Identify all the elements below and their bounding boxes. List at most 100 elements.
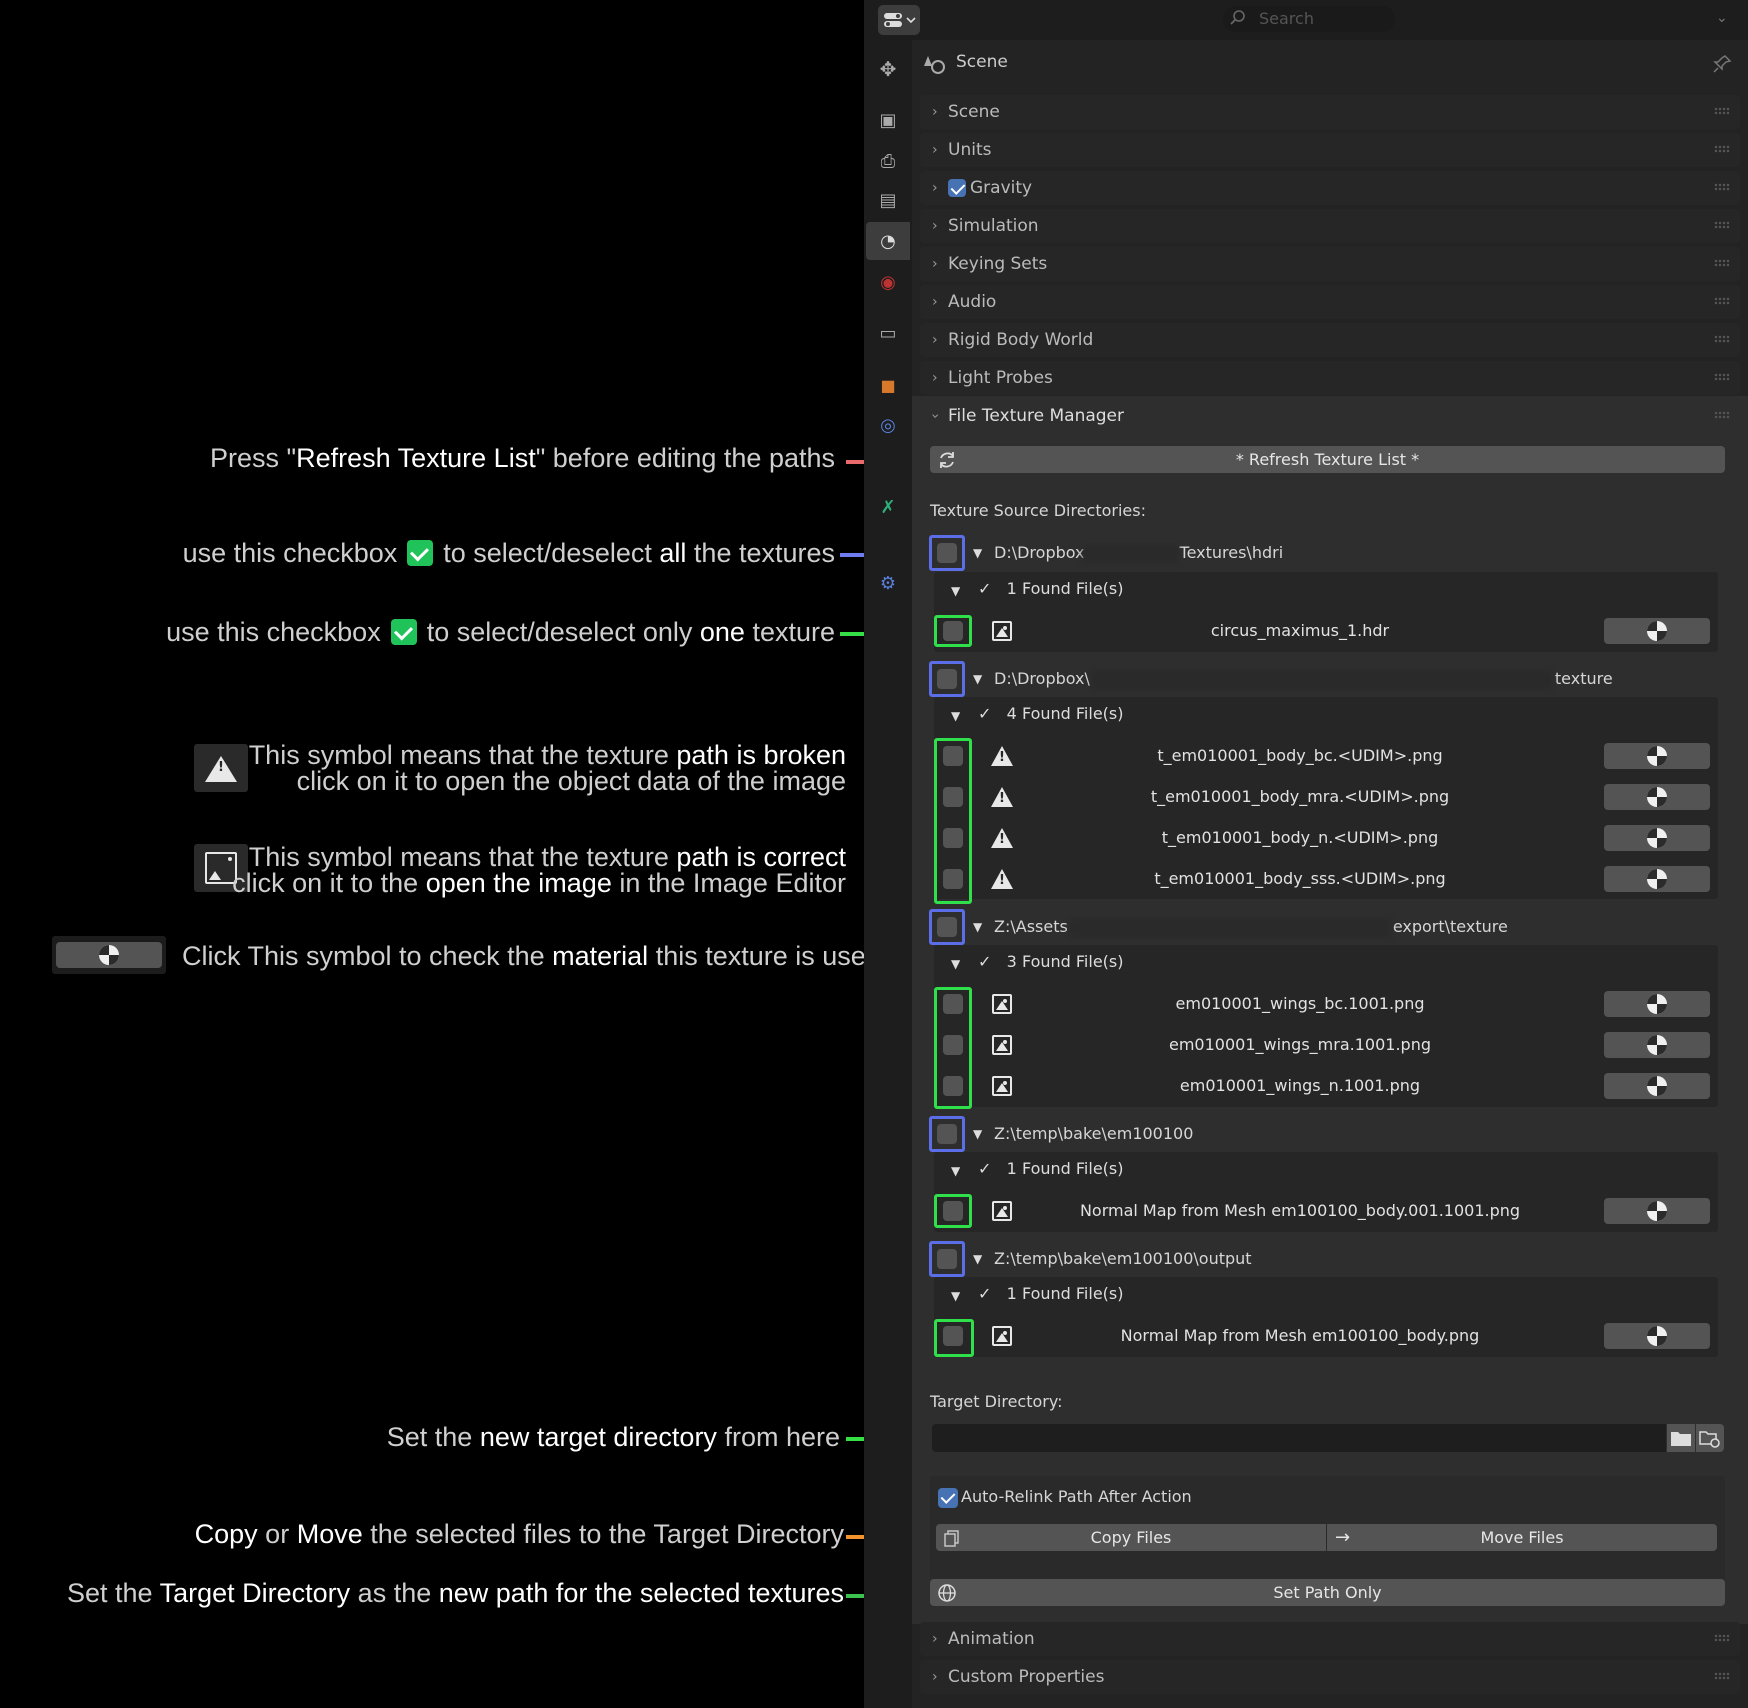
tab-modifiers[interactable]: ◎ <box>866 406 910 444</box>
file-name: t_em010001_body_mra.<UDIM>.png <box>1150 787 1450 806</box>
panel-units[interactable]: › Units <box>920 133 1740 167</box>
image-icon[interactable] <box>992 1201 1012 1221</box>
tab-collection[interactable]: ▭ <box>866 314 910 352</box>
gravity-checkbox[interactable] <box>948 179 966 197</box>
highlight-file-checkbox <box>934 1194 972 1228</box>
tab-output[interactable]: ⎙ <box>866 142 910 180</box>
file-checkbox[interactable] <box>943 828 963 848</box>
triangle-down-icon[interactable]: ▼ <box>973 546 982 560</box>
image-icon[interactable] <box>992 1076 1012 1096</box>
panel-scene[interactable]: › Scene <box>920 95 1740 129</box>
triangle-down-icon[interactable]: ▼ <box>973 1252 982 1266</box>
collection-icon: ▭ <box>879 322 897 344</box>
browse-file-button[interactable] <box>1696 1424 1724 1452</box>
file-checkbox[interactable] <box>943 994 963 1014</box>
auto-relink-checkbox[interactable] <box>938 1488 958 1508</box>
search-icon <box>1230 10 1245 25</box>
tab-world[interactable]: ◉ <box>866 263 910 301</box>
grip-icon <box>1714 259 1730 267</box>
triangle-down-icon[interactable]: ▼ <box>973 920 982 934</box>
image-icon[interactable] <box>992 994 1012 1014</box>
grip-icon <box>1714 221 1730 229</box>
triangle-down-icon[interactable]: ▼ <box>951 1164 960 1178</box>
refresh-texture-list-button[interactable]: * Refresh Texture List * <box>930 446 1725 473</box>
panel-rigid-body-world[interactable]: › Rigid Body World <box>920 323 1740 357</box>
highlight-all-checkbox <box>929 535 965 571</box>
grip-icon <box>1714 373 1730 381</box>
material-button[interactable] <box>1604 618 1710 644</box>
triangle-down-icon[interactable]: ▼ <box>951 957 960 971</box>
annotation-set-path: Set the Target Directory as the new path… <box>67 1578 844 1608</box>
highlight-all-checkbox <box>929 1241 965 1277</box>
file-checkbox[interactable] <box>943 787 963 807</box>
panel-gravity[interactable]: › Gravity <box>920 171 1740 205</box>
file-name: em010001_wings_mra.1001.png <box>1169 1035 1431 1054</box>
file-checkbox[interactable] <box>943 1076 963 1096</box>
panel-simulation[interactable]: › Simulation <box>920 209 1740 243</box>
material-button[interactable] <box>1604 743 1710 769</box>
view-layer-icon: ▤ <box>879 189 897 211</box>
material-icon <box>1647 746 1667 766</box>
highlight-file-checkbox <box>934 615 972 647</box>
image-icon[interactable] <box>992 1035 1012 1055</box>
file-checkbox[interactable] <box>943 1035 963 1055</box>
material-button[interactable] <box>1604 1323 1710 1349</box>
panel-file-texture-manager[interactable]: › File Texture Manager <box>920 399 1740 433</box>
material-button[interactable] <box>1604 866 1710 892</box>
image-icon[interactable] <box>992 621 1012 641</box>
redacted-path <box>1083 545 1178 563</box>
grip-icon <box>1714 1634 1730 1642</box>
triangle-down-icon[interactable]: ▼ <box>951 584 960 598</box>
material-button[interactable] <box>1604 1032 1710 1058</box>
chevron-down-icon[interactable]: ⌄ <box>1716 10 1728 26</box>
material-button[interactable] <box>1604 825 1710 851</box>
triangle-down-icon[interactable]: ▼ <box>973 672 982 686</box>
move-files-button[interactable]: → Move Files <box>1327 1524 1717 1551</box>
constraint-icon: ⚙ <box>879 572 897 594</box>
grip-icon <box>1714 1672 1730 1680</box>
triangle-down-icon[interactable]: ▼ <box>951 709 960 723</box>
file-checkbox[interactable] <box>943 746 963 766</box>
chevron-right-icon: › <box>932 142 938 158</box>
set-path-only-button[interactable]: Set Path Only <box>930 1579 1725 1606</box>
search-input[interactable]: Search <box>1223 6 1395 32</box>
panel-custom-properties[interactable]: › Custom Properties <box>920 1660 1740 1694</box>
image-icon[interactable] <box>992 1326 1012 1346</box>
target-directory-input[interactable] <box>932 1424 1666 1452</box>
material-button[interactable] <box>1604 784 1710 810</box>
triangle-down-icon[interactable]: ▼ <box>973 1127 982 1141</box>
chevron-right-icon: › <box>932 256 938 272</box>
tab-view-layer[interactable]: ▤ <box>866 181 910 219</box>
copy-files-button[interactable]: Copy Files <box>936 1524 1326 1551</box>
tab-tool[interactable]: ✥ <box>866 50 910 88</box>
annotation-correct-2: click on it to the open the image in the… <box>232 868 846 898</box>
material-button[interactable] <box>1604 1073 1710 1099</box>
panel-audio[interactable]: › Audio <box>920 285 1740 319</box>
material-icon <box>1647 787 1667 807</box>
material-button[interactable] <box>1604 991 1710 1017</box>
editor-type-button[interactable] <box>878 5 920 35</box>
file-checkbox[interactable] <box>943 869 963 889</box>
annotation-select-one: use this checkbox to select/deselect only… <box>166 617 835 647</box>
grip-icon <box>1714 335 1730 343</box>
material-button[interactable] <box>1604 1198 1710 1224</box>
found-count: ✓ 1 Found File(s) <box>978 1159 1124 1178</box>
highlight-all-checkbox <box>929 1116 965 1152</box>
panel-light-probes[interactable]: › Light Probes <box>920 361 1740 395</box>
tab-scene[interactable]: ◔ <box>866 222 910 260</box>
tab-object[interactable]: ■ <box>866 366 910 404</box>
tab-physics[interactable]: ✗ <box>866 488 910 526</box>
found-count: ✓ 3 Found File(s) <box>978 952 1124 971</box>
triangle-down-icon[interactable]: ▼ <box>951 1289 960 1303</box>
pin-icon[interactable] <box>1712 54 1732 74</box>
panel-animation[interactable]: › Animation <box>920 1622 1740 1656</box>
directory-path: Z:\temp\bake\em100100 <box>994 1124 1194 1143</box>
check-icon: ✓ <box>978 704 992 723</box>
panel-keying-sets[interactable]: › Keying Sets <box>920 247 1740 281</box>
file-name: t_em010001_body_n.<UDIM>.png <box>1161 828 1439 847</box>
browse-folder-button[interactable] <box>1667 1424 1695 1452</box>
tab-constraints[interactable]: ⚙ <box>866 564 910 602</box>
tab-render[interactable]: ▣ <box>866 101 910 139</box>
file-name: em010001_wings_n.1001.png <box>1179 1076 1421 1095</box>
scene-icon: ◔ <box>880 230 896 252</box>
